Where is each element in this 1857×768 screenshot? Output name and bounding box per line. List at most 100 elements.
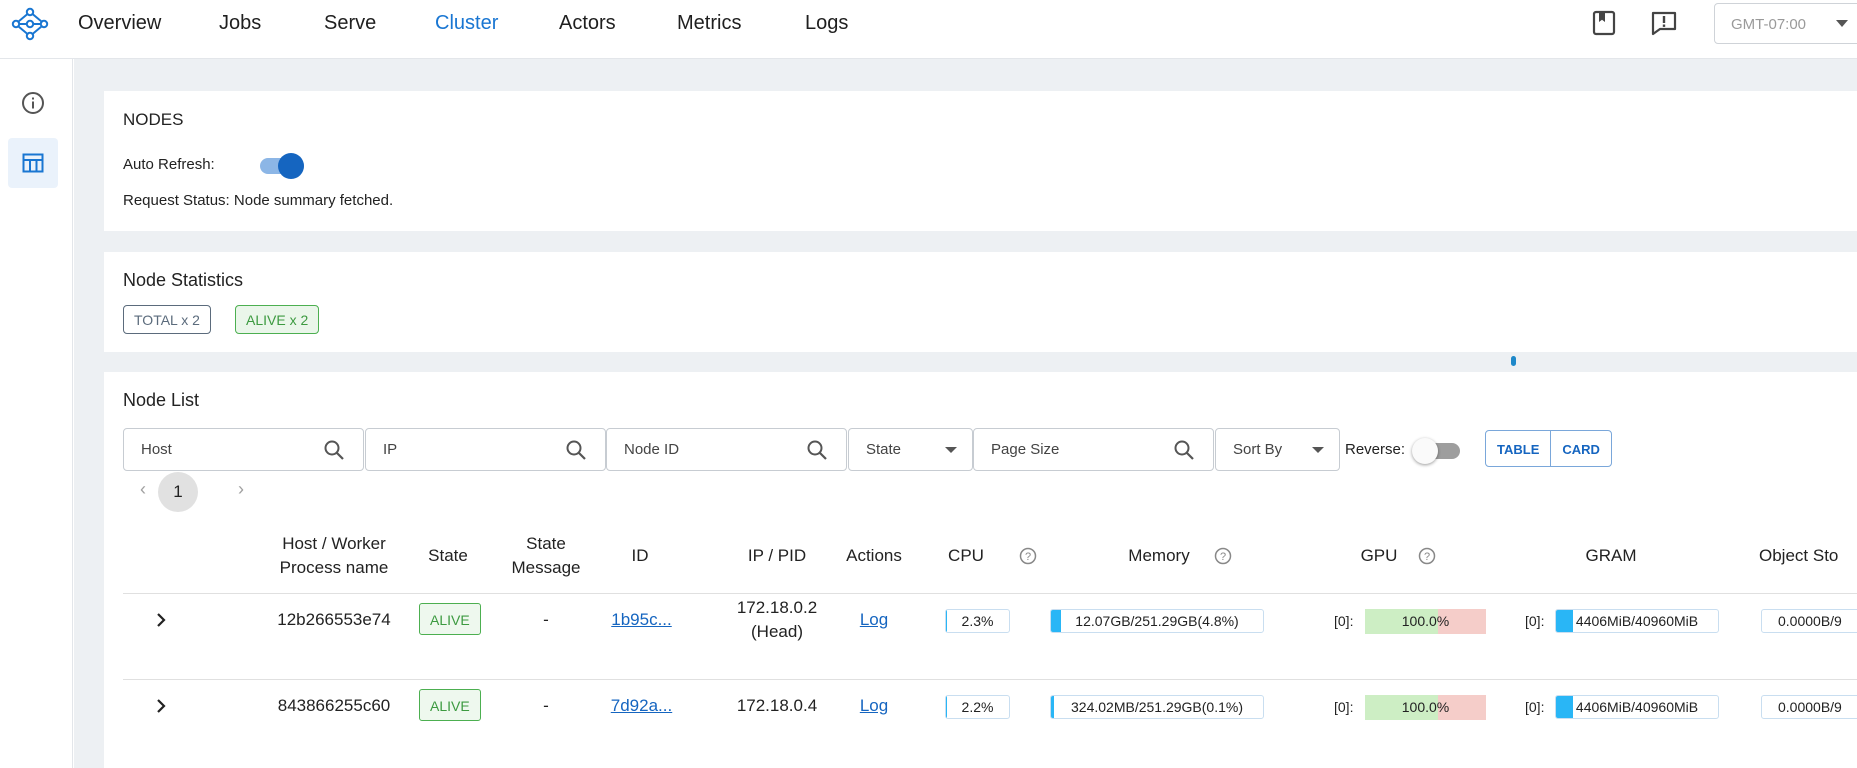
auto-refresh-toggle[interactable] bbox=[256, 151, 308, 179]
memory-usage-bar: 324.02MB/251.29GB(0.1%) bbox=[1050, 695, 1264, 719]
info-icon bbox=[22, 92, 44, 114]
gpu-usage-bar: 100.0% bbox=[1365, 695, 1486, 720]
column-header-gpu: GPU bbox=[1360, 546, 1398, 565]
timezone-value: GMT-07:00 bbox=[1731, 16, 1807, 33]
column-header-gram: GRAM bbox=[1585, 546, 1637, 565]
gpu-index: [0]: bbox=[1334, 699, 1354, 715]
page-size-input[interactable]: Page Size bbox=[973, 428, 1214, 471]
column-header-id: ID bbox=[631, 546, 649, 565]
node-statistics-title: Node Statistics bbox=[123, 270, 244, 290]
reverse-toggle[interactable] bbox=[1412, 436, 1464, 464]
sidebar-item-overview[interactable] bbox=[8, 78, 58, 128]
chevron-down-icon bbox=[1836, 20, 1848, 27]
card-view-button[interactable]: CARD bbox=[1550, 431, 1611, 466]
gram-index: [0]: bbox=[1525, 699, 1545, 715]
memory-help-icon[interactable]: ? bbox=[1214, 547, 1232, 565]
object-store-bar: 0.0000B/9 bbox=[1761, 609, 1857, 633]
row-log-link[interactable]: Log bbox=[849, 608, 899, 632]
total-nodes-chip[interactable]: TOTAL x 2 bbox=[123, 305, 211, 334]
column-header-ip-pid: IP / PID bbox=[747, 546, 807, 565]
column-header-object-store: Object Sto bbox=[1759, 546, 1839, 565]
gram-usage-bar: 4406MiB/40960MiB bbox=[1555, 695, 1719, 719]
expand-row-chevron-icon[interactable] bbox=[151, 696, 171, 716]
gpu-help-icon[interactable]: ? bbox=[1418, 547, 1436, 565]
nav-jobs[interactable]: Jobs bbox=[219, 12, 261, 35]
nav-serve[interactable]: Serve bbox=[324, 12, 376, 35]
loading-indicator bbox=[1511, 356, 1516, 366]
pagination-page-1[interactable]: 1 bbox=[158, 472, 198, 512]
node-list-title: Node List bbox=[123, 390, 200, 410]
column-header-cpu: CPU bbox=[948, 546, 984, 565]
row-log-link[interactable]: Log bbox=[849, 694, 899, 718]
pagination-prev-button[interactable]: ‹ bbox=[140, 479, 146, 500]
nav-metrics[interactable]: Metrics bbox=[677, 12, 741, 35]
docs-book-icon[interactable] bbox=[1590, 9, 1618, 37]
column-header-actions: Actions bbox=[846, 546, 902, 565]
pagination-next-button[interactable]: › bbox=[238, 479, 244, 500]
sidebar-item-table[interactable] bbox=[8, 138, 58, 188]
top-navigation-bar: Overview Jobs Serve Cluster Actors Metri… bbox=[0, 0, 1857, 59]
request-status: Request Status: Node summary fetched. bbox=[123, 192, 394, 209]
ip-filter-input[interactable]: IP bbox=[365, 428, 606, 471]
page-size-placeholder: Page Size bbox=[991, 441, 1060, 458]
svg-text:?: ? bbox=[1025, 551, 1031, 563]
row-ip-pid: 172.18.0.4 bbox=[736, 696, 818, 715]
table-icon bbox=[22, 153, 44, 173]
column-header-state-message: State Message bbox=[511, 534, 581, 577]
nav-overview[interactable]: Overview bbox=[78, 12, 161, 35]
node-id-filter-placeholder: Node ID bbox=[624, 441, 680, 458]
ray-logo-icon[interactable] bbox=[10, 4, 50, 44]
nav-actors[interactable]: Actors bbox=[559, 12, 616, 35]
host-filter-input[interactable]: Host bbox=[123, 428, 364, 471]
node-id-filter-input[interactable]: Node ID bbox=[606, 428, 847, 471]
gram-usage-bar: 4406MiB/40960MiB bbox=[1555, 609, 1719, 633]
row-node-id-link[interactable]: 7d92a... bbox=[604, 694, 679, 718]
nodes-card: NODES Auto Refresh: Request Status: Node… bbox=[104, 91, 1857, 231]
chevron-down-icon bbox=[1312, 447, 1324, 453]
nodes-title: NODES bbox=[123, 110, 184, 129]
reverse-label: Reverse: bbox=[1345, 441, 1406, 458]
feedback-icon[interactable] bbox=[1650, 9, 1678, 37]
search-icon[interactable] bbox=[565, 439, 587, 461]
status-badge: ALIVE bbox=[419, 689, 481, 721]
search-icon[interactable] bbox=[806, 439, 828, 461]
view-mode-toggle: TABLE CARD bbox=[1485, 430, 1612, 467]
row-ip-pid: 172.18.0.2 (Head) bbox=[736, 598, 818, 641]
state-filter-label: State bbox=[866, 441, 902, 458]
svg-text:?: ? bbox=[1424, 551, 1430, 563]
row-state-message: - bbox=[543, 696, 549, 715]
row-state-message: - bbox=[543, 610, 549, 629]
gpu-index: [0]: bbox=[1334, 613, 1354, 629]
row-node-id-link[interactable]: 1b95c... bbox=[604, 608, 679, 632]
gpu-usage-bar: 100.0% bbox=[1365, 609, 1486, 634]
table-view-button[interactable]: TABLE bbox=[1486, 431, 1550, 466]
column-header-host: Host / Worker Process name bbox=[279, 534, 389, 577]
row-host: 843866255c60 bbox=[277, 696, 391, 715]
chevron-down-icon bbox=[945, 447, 957, 453]
svg-text:?: ? bbox=[1220, 551, 1226, 563]
status-badge: ALIVE bbox=[419, 603, 481, 635]
row-divider bbox=[123, 679, 1857, 680]
cpu-usage-bar: 2.3% bbox=[945, 609, 1010, 633]
ip-filter-placeholder: IP bbox=[383, 441, 398, 458]
expand-row-chevron-icon[interactable] bbox=[151, 610, 171, 630]
node-list-card: Node List Host IP Node ID State Page Siz… bbox=[104, 372, 1857, 768]
search-icon[interactable] bbox=[323, 439, 345, 461]
search-icon[interactable] bbox=[1173, 439, 1195, 461]
nav-logs[interactable]: Logs bbox=[805, 12, 848, 35]
sort-by-select[interactable]: Sort By bbox=[1215, 428, 1340, 471]
auto-refresh-label: Auto Refresh: bbox=[123, 156, 215, 173]
timezone-select[interactable]: GMT-07:00 bbox=[1714, 3, 1857, 44]
memory-usage-bar: 12.07GB/251.29GB(4.8%) bbox=[1050, 609, 1264, 633]
state-filter-select[interactable]: State bbox=[848, 428, 973, 471]
cpu-help-icon[interactable]: ? bbox=[1019, 547, 1037, 565]
row-host: 12b266553e74 bbox=[277, 610, 391, 629]
header-divider bbox=[123, 593, 1857, 594]
object-store-bar: 0.0000B/9 bbox=[1761, 695, 1857, 719]
host-filter-placeholder: Host bbox=[141, 441, 172, 458]
cpu-usage-bar: 2.2% bbox=[945, 695, 1010, 719]
alive-nodes-chip[interactable]: ALIVE x 2 bbox=[235, 305, 320, 334]
gram-index: [0]: bbox=[1525, 613, 1545, 629]
node-statistics-card: Node Statistics TOTAL x 2 ALIVE x 2 bbox=[104, 252, 1857, 352]
nav-cluster[interactable]: Cluster bbox=[435, 12, 498, 35]
